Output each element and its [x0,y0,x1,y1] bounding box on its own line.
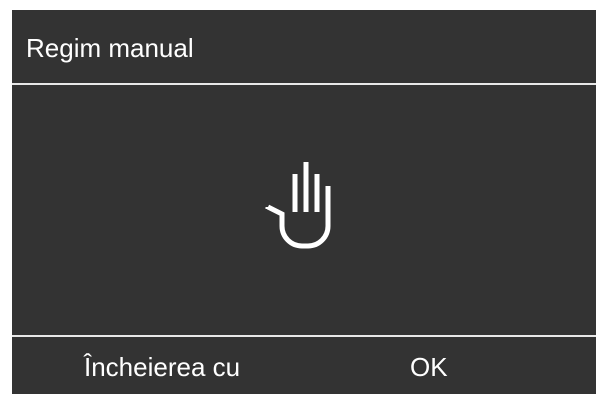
content-area [12,85,596,335]
hand-icon [265,162,331,249]
display-screen: Regim manual Încheierea cu OK [12,10,596,394]
header-bar: Regim manual [12,10,596,84]
page-title: Regim manual [26,33,194,63]
softkey-ok-label[interactable]: OK [410,350,448,384]
softkey-left-label[interactable]: Încheierea cu [84,350,240,384]
softkey-bar: Încheierea cu OK [12,337,596,394]
